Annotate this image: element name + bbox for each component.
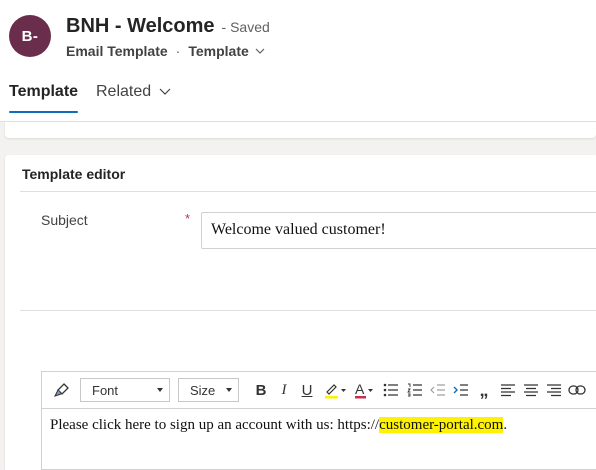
bold-icon[interactable]: B — [251, 380, 271, 400]
editor-content[interactable]: Please click here to sign up an account … — [50, 417, 596, 434]
chevron-down-icon — [255, 48, 265, 54]
title-row: BNH - Welcome - Saved — [66, 15, 270, 38]
underline-icon[interactable]: U — [297, 380, 317, 400]
increase-indent-icon[interactable] — [451, 380, 471, 400]
align-center-icon[interactable] — [521, 380, 541, 400]
highlight-color-icon[interactable] — [322, 380, 348, 400]
form-selector[interactable]: Template — [188, 43, 265, 59]
separator: · — [175, 43, 181, 59]
subject-label: Subject — [41, 212, 88, 228]
font-dropdown-label: Font — [92, 382, 119, 398]
bulleted-list-icon[interactable] — [381, 380, 401, 400]
section-divider — [20, 191, 596, 192]
quote-icon[interactable]: „ — [474, 380, 494, 400]
italic-icon[interactable]: I — [274, 380, 294, 400]
record-header: B- BNH - Welcome - Saved Email Template … — [0, 0, 596, 72]
field-divider — [20, 310, 596, 311]
editor-toolbar: Font Size B I U A „ — [42, 372, 596, 409]
decrease-indent-icon[interactable] — [428, 380, 448, 400]
caret-down-icon — [157, 388, 163, 392]
tab-template[interactable]: Template — [9, 83, 79, 113]
align-left-icon[interactable] — [498, 380, 518, 400]
tab-related[interactable]: Related — [96, 83, 171, 101]
subject-input[interactable]: Welcome valued customer! — [201, 212, 596, 249]
caret-down-icon — [226, 388, 232, 392]
previous-section-card — [5, 122, 596, 138]
chevron-down-icon — [159, 88, 171, 95]
tab-template-label: Template — [9, 83, 79, 100]
numbered-list-icon[interactable] — [405, 380, 425, 400]
entity-name: Email Template — [66, 43, 168, 59]
save-status: - Saved — [221, 19, 270, 35]
record-subtitle: Email Template · Template — [66, 43, 265, 59]
tab-related-label: Related — [96, 83, 152, 100]
body-text-end: . — [503, 417, 508, 433]
avatar: B- — [9, 15, 51, 57]
format-painter-icon[interactable] — [52, 380, 72, 400]
svg-text:A: A — [355, 381, 365, 397]
body-text: Please click here to sign up an account … — [50, 417, 380, 433]
record-title: BNH - Welcome — [66, 15, 215, 37]
font-dropdown[interactable]: Font — [80, 378, 170, 402]
size-dropdown[interactable]: Size — [178, 378, 239, 402]
align-right-icon[interactable] — [544, 380, 564, 400]
template-editor-section: Template editor Subject * Welcome valued… — [5, 155, 596, 470]
tab-bar: Template Related — [0, 72, 596, 122]
link-icon[interactable] — [567, 380, 587, 400]
rich-text-editor: Font Size B I U A „ Please click here to… — [41, 371, 596, 470]
form-name: Template — [188, 43, 249, 59]
required-indicator: * — [185, 211, 191, 226]
highlighted-link-text: customer-portal.com — [379, 417, 504, 433]
section-title: Template editor — [22, 166, 126, 182]
font-color-icon[interactable]: A — [352, 380, 376, 400]
size-dropdown-label: Size — [190, 382, 216, 398]
